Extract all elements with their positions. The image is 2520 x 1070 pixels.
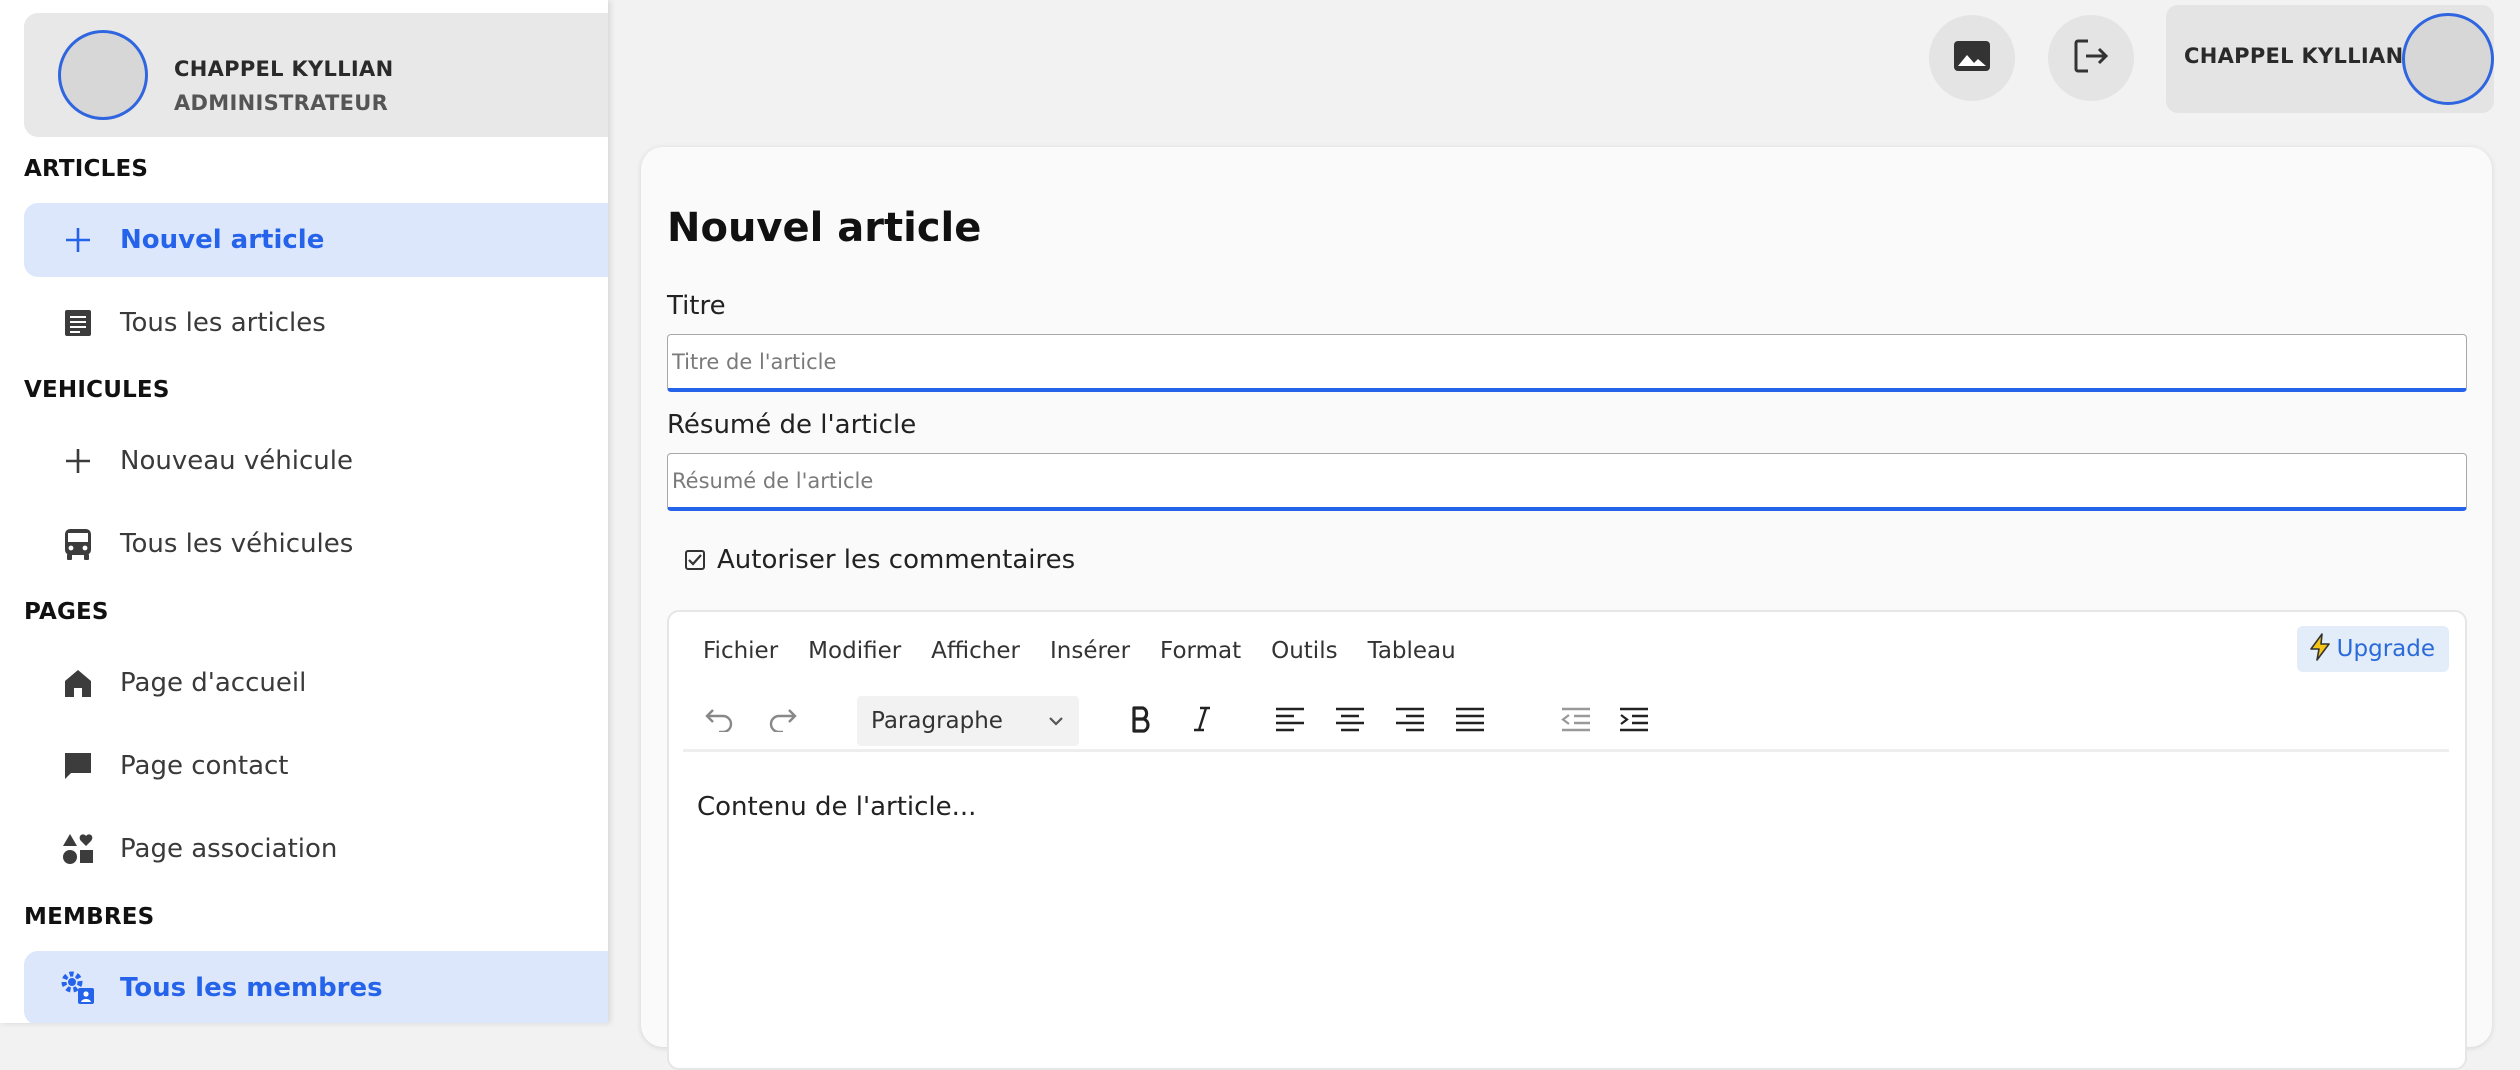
- chat-icon: [60, 748, 96, 784]
- menu-tableau[interactable]: Tableau: [1368, 636, 1456, 666]
- editor-menubar: Fichier Modifier Afficher Insérer Format…: [703, 636, 1486, 666]
- menu-format[interactable]: Format: [1160, 636, 1241, 666]
- sidebar-item-nouvel-article[interactable]: Nouvel article: [24, 203, 608, 277]
- chevron-down-icon: [1045, 710, 1067, 736]
- sidebar-item-tous-vehicules[interactable]: Tous les véhicules: [24, 507, 608, 581]
- menu-outils[interactable]: Outils: [1271, 636, 1337, 666]
- plus-icon: [60, 222, 96, 258]
- sidebar-item-tous-articles[interactable]: Tous les articles: [24, 286, 608, 360]
- titre-label: Titre: [667, 291, 726, 321]
- section-title-articles: ARTICLES: [24, 156, 149, 182]
- menu-fichier[interactable]: Fichier: [703, 636, 778, 666]
- category-icon: [60, 831, 96, 867]
- align-left-icon: [1275, 706, 1305, 736]
- manage-accounts-icon: [60, 970, 96, 1006]
- bus-icon: [60, 526, 96, 562]
- align-justify-button[interactable]: [1447, 698, 1493, 744]
- sidebar-item-label: Nouvel article: [120, 225, 325, 255]
- sidebar-profile-card: CHAPPEL KYLLIAN ADMINISTRATEUR: [24, 13, 608, 137]
- home-icon: [60, 665, 96, 701]
- sidebar-item-label: Nouveau véhicule: [120, 446, 353, 476]
- logout-button[interactable]: [2048, 15, 2134, 101]
- menu-modifier[interactable]: Modifier: [808, 636, 901, 666]
- sidebar-item-label: Tous les membres: [120, 973, 383, 1003]
- sidebar-item-page-contact[interactable]: Page contact: [24, 729, 608, 803]
- redo-button[interactable]: [759, 698, 805, 744]
- allow-comments-row[interactable]: Autoriser les commentaires: [685, 545, 1075, 575]
- plus-icon: [60, 443, 96, 479]
- undo-icon: [705, 706, 735, 736]
- sidebar-item-page-accueil[interactable]: Page d'accueil: [24, 646, 608, 720]
- align-justify-icon: [1455, 706, 1485, 736]
- sidebar-item-nouveau-vehicule[interactable]: Nouveau véhicule: [24, 424, 608, 498]
- block-format-select[interactable]: Paragraphe: [857, 696, 1079, 746]
- indent-icon: [1619, 706, 1649, 736]
- sidebar-item-label: Tous les véhicules: [120, 529, 354, 559]
- editor-content-area[interactable]: Contenu de l'article...: [697, 792, 976, 822]
- outdent-icon: [1561, 706, 1591, 736]
- section-title-membres: MEMBRES: [24, 904, 155, 930]
- image-button[interactable]: [1929, 15, 2015, 101]
- undo-button[interactable]: [697, 698, 743, 744]
- titre-input[interactable]: [667, 334, 2467, 392]
- italic-button[interactable]: [1179, 698, 1225, 744]
- editor-toolbar: Paragraphe: [683, 690, 2449, 752]
- align-right-icon: [1395, 706, 1425, 736]
- bold-icon: [1129, 705, 1155, 737]
- section-title-vehicules: VEHICULES: [24, 377, 170, 403]
- redo-icon: [767, 706, 797, 736]
- sidebar: CHAPPEL KYLLIAN ADMINISTRATEUR ARTICLES …: [0, 0, 608, 1023]
- upgrade-label: Upgrade: [2336, 636, 2435, 662]
- sidebar-item-label: Page d'accueil: [120, 668, 307, 698]
- sidebar-item-page-association[interactable]: Page association: [24, 812, 608, 886]
- logout-icon: [2072, 37, 2110, 79]
- align-right-button[interactable]: [1387, 698, 1433, 744]
- page-title: Nouvel article: [667, 205, 982, 251]
- lightning-icon: [2307, 632, 2333, 666]
- upgrade-button[interactable]: Upgrade: [2296, 626, 2449, 672]
- menu-inserer[interactable]: Insérer: [1050, 636, 1130, 666]
- user-name: CHAPPEL KYLLIAN: [2184, 44, 2404, 68]
- allow-comments-checkbox[interactable]: [685, 550, 705, 570]
- resume-input[interactable]: [667, 453, 2467, 511]
- article-icon: [60, 305, 96, 341]
- resume-label: Résumé de l'article: [667, 410, 917, 440]
- menu-afficher[interactable]: Afficher: [931, 636, 1020, 666]
- sidebar-item-tous-membres[interactable]: Tous les membres: [24, 951, 608, 1023]
- indent-button[interactable]: [1611, 698, 1657, 744]
- article-form-card: Nouvel article Titre Résumé de l'article…: [641, 147, 2492, 1070]
- outdent-button[interactable]: [1553, 698, 1599, 744]
- allow-comments-label: Autoriser les commentaires: [717, 545, 1076, 575]
- align-left-button[interactable]: [1267, 698, 1313, 744]
- image-icon: [1953, 40, 1991, 76]
- sidebar-item-label: Page association: [120, 834, 338, 864]
- align-center-button[interactable]: [1327, 698, 1373, 744]
- block-format-value: Paragraphe: [871, 708, 1003, 734]
- sidebar-item-label: Tous les articles: [120, 308, 326, 338]
- user-chip[interactable]: CHAPPEL KYLLIAN: [2166, 5, 2494, 113]
- sidebar-item-label: Page contact: [120, 751, 289, 781]
- avatar: [58, 30, 148, 120]
- profile-name: CHAPPEL KYLLIAN: [174, 57, 394, 81]
- bold-button[interactable]: [1119, 698, 1165, 744]
- align-center-icon: [1335, 706, 1365, 736]
- italic-icon: [1191, 705, 1213, 737]
- avatar: [2402, 13, 2494, 105]
- profile-role: ADMINISTRATEUR: [174, 91, 389, 115]
- section-title-pages: PAGES: [24, 599, 109, 625]
- rich-text-editor: Fichier Modifier Afficher Insérer Format…: [667, 610, 2467, 1070]
